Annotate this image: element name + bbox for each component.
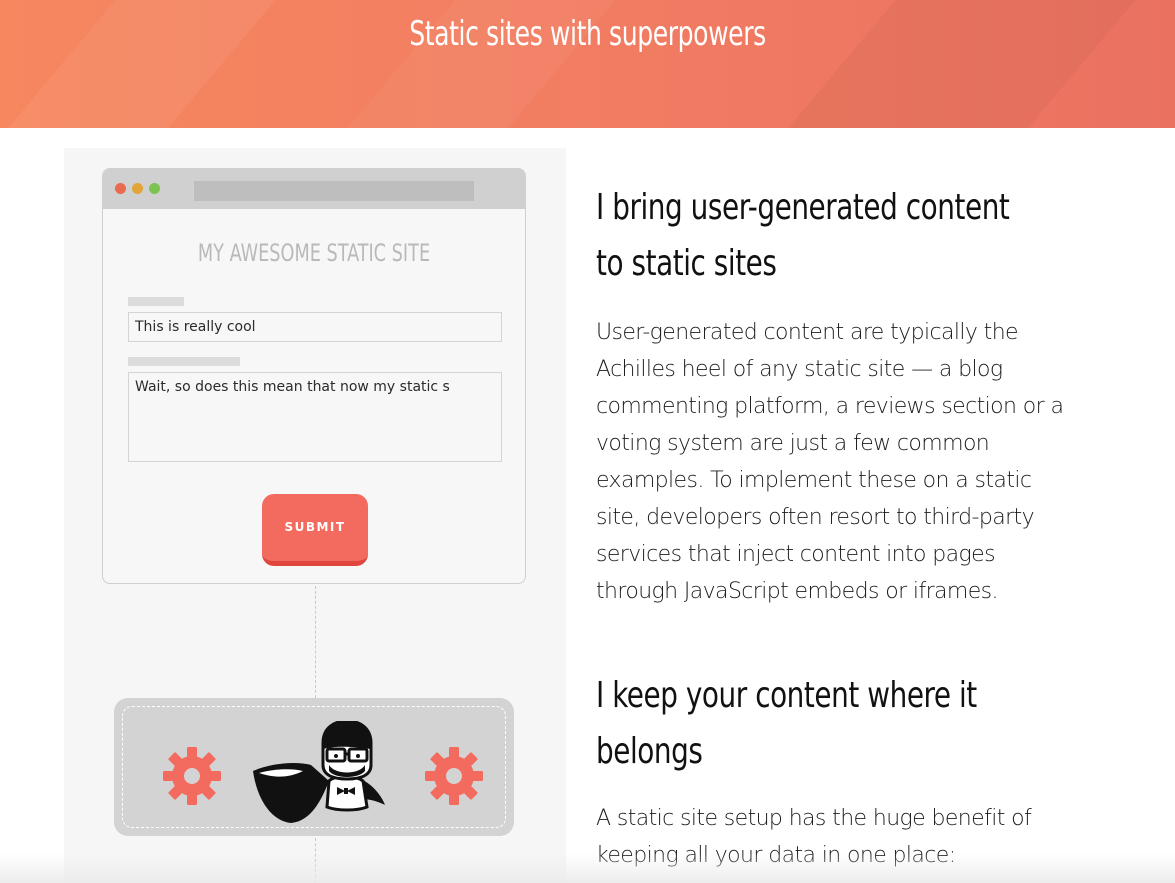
mock-submit-button: SUBMIT	[262, 494, 368, 566]
engine-box	[114, 698, 514, 836]
browser-mockup: MY AWESOME STATIC SITE This is really co…	[102, 168, 526, 584]
scroll-fade	[0, 853, 1175, 883]
comment-field-label	[128, 357, 240, 366]
banner-title: Static sites with superpowers	[409, 14, 766, 54]
gear-icon	[425, 747, 483, 805]
illustration-panel: MY AWESOME STATIC SITE This is really co…	[64, 148, 566, 883]
maximize-dot-icon	[149, 183, 160, 194]
minimize-dot-icon	[132, 183, 143, 194]
name-field-label	[128, 297, 184, 306]
mock-site-title: MY AWESOME STATIC SITE	[197, 239, 431, 267]
hero-banner: Static sites with superpowers	[0, 0, 1175, 128]
mock-comment-textarea: Wait, so does this mean that now my stat…	[128, 372, 502, 462]
connector-line	[315, 586, 316, 698]
section-heading-user-content: I bring user-generated content to static…	[596, 187, 1010, 284]
close-dot-icon	[115, 183, 126, 194]
mascot-icon	[253, 721, 385, 823]
mock-name-input: This is really cool	[128, 312, 502, 342]
section-paragraph-user-content: User-generated content are typically the…	[596, 320, 1064, 604]
gear-icon	[163, 747, 221, 805]
engine-box-border	[122, 706, 506, 828]
address-bar	[194, 181, 474, 201]
section-heading-content-ownership: I keep your content where it belongs	[596, 675, 977, 772]
browser-title-bar	[103, 169, 525, 209]
